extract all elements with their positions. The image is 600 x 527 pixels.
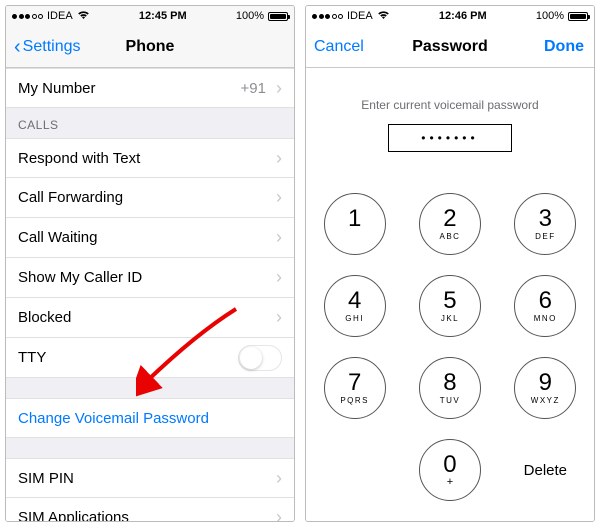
chevron-right-icon: › <box>276 507 282 521</box>
chevron-left-icon: ‹ <box>14 37 21 57</box>
carrier-label: IDEA <box>47 10 73 22</box>
cell-label: SIM PIN <box>18 470 74 487</box>
page-title: Password <box>412 38 488 56</box>
battery-percent: 100% <box>236 10 264 22</box>
keypad-8[interactable]: 8 TUV <box>419 357 481 419</box>
letters: DEF <box>535 232 556 241</box>
change-voicemail-password-cell[interactable]: Change Voicemail Password <box>6 398 294 438</box>
chevron-right-icon: › <box>276 307 282 328</box>
call-forwarding-cell[interactable]: Call Forwarding › <box>6 178 294 218</box>
status-bar: IDEA 12:45 PM 100% <box>6 6 294 26</box>
letters: TUV <box>440 396 461 405</box>
digit: 3 <box>539 207 552 231</box>
digit: 9 <box>539 371 552 395</box>
cell-label: Blocked <box>18 309 71 326</box>
keypad-9[interactable]: 9 WXYZ <box>514 357 576 419</box>
digit: 7 <box>348 371 361 395</box>
blocked-cell[interactable]: Blocked › <box>6 298 294 338</box>
back-label: Settings <box>23 38 81 56</box>
letters: + <box>447 476 453 488</box>
cancel-label: Cancel <box>314 38 364 56</box>
tty-toggle[interactable] <box>238 345 282 371</box>
digit: 8 <box>443 371 456 395</box>
battery-icon <box>568 12 588 21</box>
letters: ABC <box>440 232 461 241</box>
letters: WXYZ <box>531 396 560 405</box>
done-label: Done <box>544 38 584 56</box>
digit: 0 <box>443 453 456 477</box>
status-time: 12:46 PM <box>439 10 487 22</box>
cancel-button[interactable]: Cancel <box>314 26 364 67</box>
chevron-right-icon: › <box>276 468 282 489</box>
digit: 4 <box>348 289 361 313</box>
password-field[interactable]: ••••••• <box>388 124 512 152</box>
letters <box>353 232 357 241</box>
call-waiting-cell[interactable]: Call Waiting › <box>6 218 294 258</box>
letters: PQRS <box>340 396 369 405</box>
chevron-right-icon: › <box>276 148 282 169</box>
tty-cell: TTY <box>6 338 294 378</box>
keypad-5[interactable]: 5 JKL <box>419 275 481 337</box>
nav-bar: Cancel Password Done <box>306 26 594 68</box>
cell-label: TTY <box>18 349 46 366</box>
cell-label: Call Waiting <box>18 229 97 246</box>
battery-percent: 100% <box>536 10 564 22</box>
respond-with-text-cell[interactable]: Respond with Text › <box>6 138 294 178</box>
settings-list: My Number +91 › CALLS Respond with Text … <box>6 68 294 521</box>
digit: 5 <box>443 289 456 313</box>
chevron-right-icon: › <box>276 187 282 208</box>
digit: 2 <box>443 207 456 231</box>
chevron-right-icon: › <box>276 267 282 288</box>
right-phone-frame: IDEA 12:46 PM 100% Cancel Password Done … <box>305 5 595 522</box>
keypad-1[interactable]: 1 <box>324 193 386 255</box>
show-caller-id-cell[interactable]: Show My Caller ID › <box>6 258 294 298</box>
carrier-label: IDEA <box>347 10 373 22</box>
status-bar: IDEA 12:46 PM 100% <box>306 6 594 26</box>
my-number-label: My Number <box>18 80 96 97</box>
password-body: Enter current voicemail password •••••••… <box>306 68 594 521</box>
my-number-cell[interactable]: My Number +91 › <box>6 68 294 108</box>
wifi-icon <box>77 10 90 23</box>
keypad-7[interactable]: 7 PQRS <box>324 357 386 419</box>
keypad-blank <box>324 439 386 501</box>
done-button[interactable]: Done <box>544 26 584 67</box>
keypad-6[interactable]: 6 MNO <box>514 275 576 337</box>
cell-label: Show My Caller ID <box>18 269 142 286</box>
password-prompt: Enter current voicemail password <box>306 98 594 112</box>
keypad-0[interactable]: 0 + <box>419 439 481 501</box>
wifi-icon <box>377 10 390 23</box>
signal-dots-icon <box>312 14 343 19</box>
keypad-3[interactable]: 3 DEF <box>514 193 576 255</box>
chevron-right-icon: › <box>276 78 282 99</box>
cell-label: SIM Applications <box>18 509 129 521</box>
calls-header: CALLS <box>6 108 294 138</box>
cell-label: Call Forwarding <box>18 189 123 206</box>
digit: 6 <box>539 289 552 313</box>
left-phone-frame: IDEA 12:45 PM 100% ‹ Settings Phone My N… <box>5 5 295 522</box>
back-button[interactable]: ‹ Settings <box>14 26 80 67</box>
letters: JKL <box>441 314 459 323</box>
my-number-value: +91 <box>241 80 266 97</box>
number-keypad: 1 2 ABC 3 DEF 4 GHI 5 JKL <box>306 179 594 521</box>
cell-label: Change Voicemail Password <box>18 410 209 427</box>
sim-applications-cell[interactable]: SIM Applications › <box>6 498 294 521</box>
keypad-2[interactable]: 2 ABC <box>419 193 481 255</box>
digit: 1 <box>348 207 361 231</box>
page-title: Phone <box>126 38 175 56</box>
status-time: 12:45 PM <box>139 10 187 22</box>
cell-label: Respond with Text <box>18 150 140 167</box>
keypad-4[interactable]: 4 GHI <box>324 275 386 337</box>
signal-dots-icon <box>12 14 43 19</box>
letters: GHI <box>345 314 364 323</box>
chevron-right-icon: › <box>276 227 282 248</box>
battery-icon <box>268 12 288 21</box>
keypad-delete-button[interactable]: Delete <box>524 462 567 479</box>
letters: MNO <box>534 314 557 323</box>
sim-pin-cell[interactable]: SIM PIN › <box>6 458 294 498</box>
nav-bar: ‹ Settings Phone <box>6 26 294 68</box>
